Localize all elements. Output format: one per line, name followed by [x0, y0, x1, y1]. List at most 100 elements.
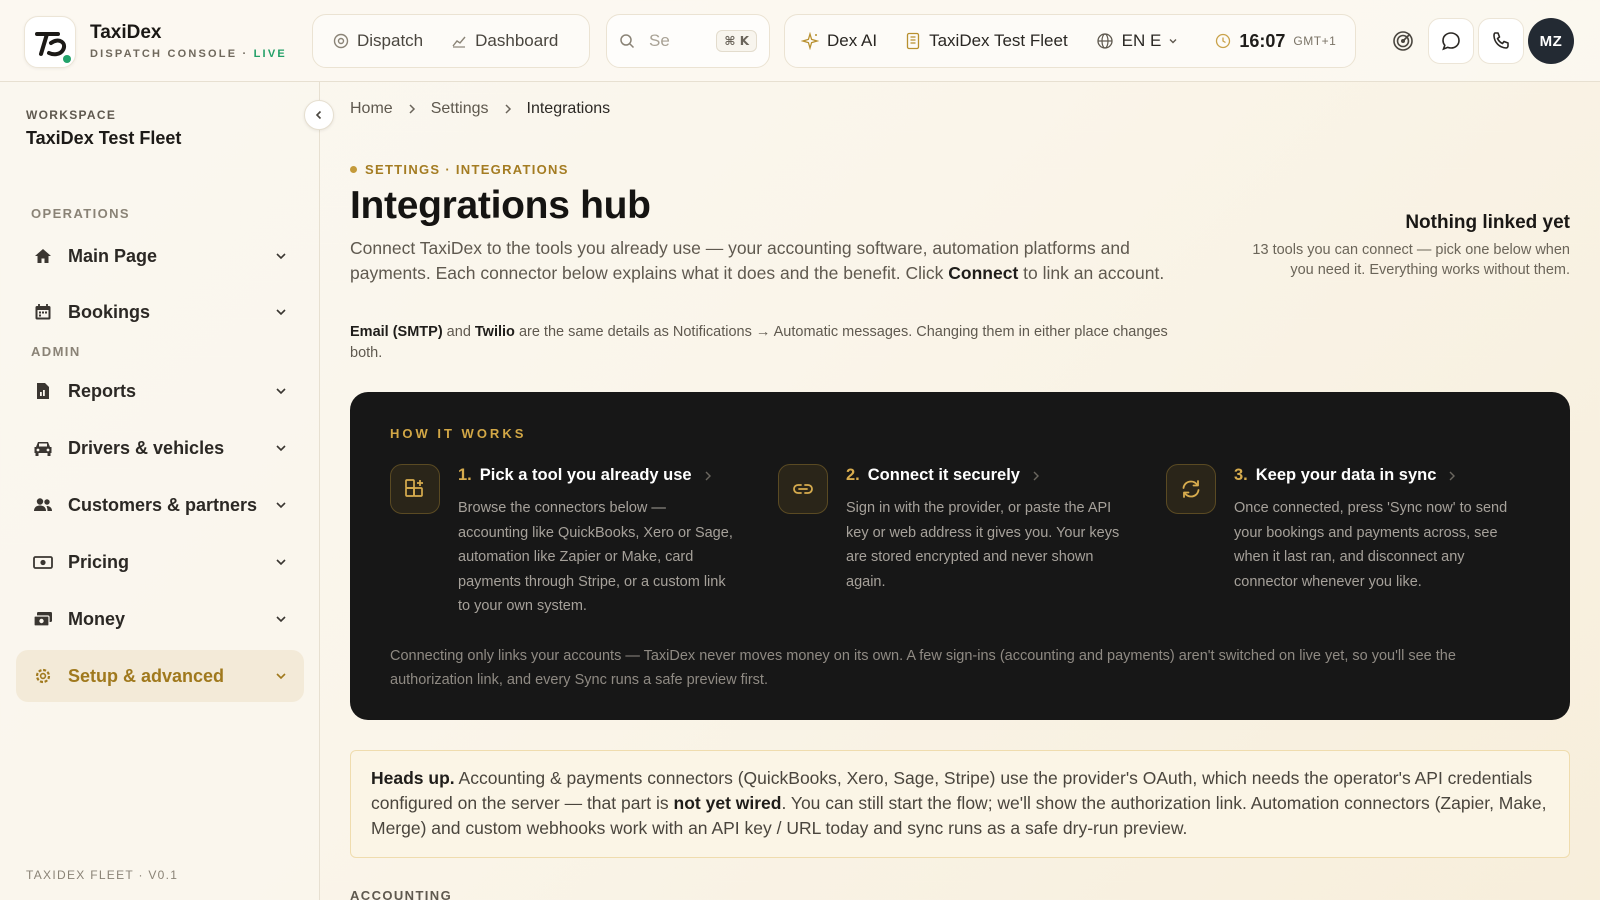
collapse-sidebar-button[interactable] — [304, 100, 334, 130]
breadcrumb-settings[interactable]: Settings — [431, 100, 489, 118]
workspace-name[interactable]: TaxiDex Test Fleet — [26, 128, 181, 149]
chevron-right-icon — [503, 103, 513, 115]
app-name: TaxiDex — [90, 22, 162, 43]
sidebar-item-label: Customers & partners — [68, 494, 258, 515]
report-icon — [32, 380, 54, 402]
radar-button[interactable] — [1380, 18, 1426, 64]
current-time: 16:07 — [1239, 30, 1286, 51]
accounting-section-heading: ACCOUNTING — [350, 888, 453, 900]
app-subtitle: DISPATCH CONSOLE · LIVE — [90, 48, 287, 60]
breadcrumb-home[interactable]: Home — [350, 100, 393, 118]
chevron-down-icon — [274, 612, 288, 626]
chevron-down-icon — [274, 441, 288, 455]
chevron-right-icon — [1033, 471, 1039, 480]
chevron-right-icon — [407, 103, 417, 115]
breadcrumb: Home Settings Integrations — [350, 100, 610, 118]
page-eyebrow: SETTINGS · INTEGRATIONS — [350, 162, 569, 177]
fleet-selector[interactable]: TaxiDex Test Fleet — [905, 31, 1068, 51]
clock-display: 16:07 GMT+1 — [1215, 31, 1336, 52]
sidebar-item-reports[interactable]: Reports — [16, 365, 304, 417]
main-nav: Dispatch Dashboard — [312, 14, 590, 68]
search-shortcut: ⌘ K — [716, 30, 757, 52]
building-icon — [906, 32, 920, 50]
context-bar: Dex AI TaxiDex Test Fleet EN E 16:07 GMT… — [784, 14, 1356, 68]
home-icon — [32, 245, 54, 267]
chevron-right-icon — [705, 471, 711, 480]
main-content: Home Settings Integrations SETTINGS · IN… — [320, 82, 1600, 900]
chevron-down-icon — [274, 555, 288, 569]
sidebar-item-bookings[interactable]: Bookings — [16, 286, 304, 338]
sidebar-item-label: Setup & advanced — [68, 665, 225, 686]
chevron-down-icon — [274, 305, 288, 319]
status-description: 13 tools you can connect — pick one belo… — [1252, 242, 1570, 278]
eyebrow-dot — [350, 166, 357, 173]
search-icon — [620, 34, 635, 49]
brand[interactable]: TaxiDex DISPATCH CONSOLE · LIVE — [24, 16, 287, 68]
language-selector[interactable]: EN E — [1096, 31, 1188, 51]
car-icon — [32, 437, 54, 459]
heads-up-notice: Heads up. Accounting & payments connecto… — [350, 750, 1570, 858]
step-2-description: Sign in with the provider, or paste the … — [846, 500, 1120, 590]
timezone: GMT+1 — [1293, 34, 1337, 48]
target-icon — [333, 33, 349, 49]
page-description: Connect TaxiDex to the tools you already… — [350, 238, 1165, 283]
sidebar-item-label: Money — [68, 608, 126, 629]
money-icon — [32, 608, 54, 630]
taxidex-logo — [24, 16, 76, 68]
chevron-left-icon — [315, 110, 322, 120]
dashboard-button[interactable]: Dashboard — [437, 21, 572, 61]
radar-icon — [1393, 31, 1413, 51]
chevron-down-icon — [274, 669, 288, 683]
chevron-down-icon — [1169, 39, 1177, 44]
step-1-description: Browse the connectors below — accounting… — [458, 500, 733, 614]
breadcrumb-current: Integrations — [526, 100, 611, 117]
clock-icon — [1216, 33, 1231, 49]
shared-settings-note: Email (SMTP) and Twilio are the same det… — [350, 324, 1168, 361]
sidebar-item-label: Drivers & vehicles — [68, 437, 225, 458]
globe-icon — [1097, 33, 1113, 49]
step-1-title[interactable]: 1. Pick a tool you already use — [458, 466, 712, 485]
sidebar-item-customers-partners[interactable]: Customers & partners — [16, 479, 304, 531]
search-input[interactable] — [649, 31, 711, 51]
operations-section-label: OPERATIONS — [31, 206, 130, 221]
step-3-description: Once connected, press 'Sync now' to send… — [1234, 500, 1508, 590]
page-title: Integrations hub — [350, 184, 651, 227]
sidebar-item-label: Bookings — [68, 301, 151, 322]
users-icon — [32, 494, 54, 516]
sidebar: WORKSPACE TaxiDex Test Fleet OPERATIONS … — [0, 82, 320, 900]
phone-icon — [1493, 32, 1509, 49]
admin-section-label: ADMIN — [31, 344, 81, 359]
how-it-works-card: HOW IT WORKS 1. Pick a tool you already … — [350, 392, 1570, 720]
sidebar-item-pricing[interactable]: Pricing — [16, 536, 304, 588]
sidebar-item-label: Main Page — [68, 245, 158, 266]
top-bar: TaxiDex DISPATCH CONSOLE · LIVE Dispatch… — [0, 0, 1600, 82]
step-2-title[interactable]: 2. Connect it securely — [846, 466, 1040, 485]
phone-button[interactable] — [1478, 18, 1524, 64]
sparkle-icon — [801, 32, 819, 50]
dispatch-button[interactable]: Dispatch — [319, 21, 437, 61]
workspace-label: WORKSPACE — [26, 108, 117, 122]
online-dot — [63, 55, 71, 63]
how-it-works-footnote: Connecting only links your accounts — Ta… — [390, 648, 1456, 688]
chevron-down-icon — [274, 384, 288, 398]
dex-ai-button[interactable]: Dex AI — [801, 31, 877, 51]
search-box[interactable]: ⌘ K — [606, 14, 770, 68]
sidebar-item-setup-advanced[interactable]: Setup & advanced — [16, 650, 304, 702]
sidebar-item-label: Reports — [68, 380, 137, 401]
sidebar-item-main-page[interactable]: Main Page — [16, 230, 304, 282]
status-title: Nothing linked yet — [1405, 212, 1570, 233]
chevron-right-icon — [1449, 471, 1456, 480]
sidebar-item-label: Pricing — [68, 551, 130, 572]
sidebar-item-money[interactable]: Money — [16, 593, 304, 645]
trend-chart-icon — [452, 36, 466, 48]
how-it-works-label: HOW IT WORKS — [390, 426, 527, 441]
link-icon — [778, 464, 828, 514]
chevron-down-icon — [274, 498, 288, 512]
messages-button[interactable] — [1428, 18, 1474, 64]
step-3-title[interactable]: 3. Keep your data in sync — [1234, 466, 1456, 485]
sidebar-item-drivers-vehicles[interactable]: Drivers & vehicles — [16, 422, 304, 474]
live-badge: LIVE — [253, 48, 287, 60]
user-avatar[interactable]: MZ — [1528, 18, 1574, 64]
link-status-summary: Nothing linked yet 13 tools you can conn… — [1250, 212, 1570, 280]
version-footer: TAXIDEX FLEET · V0.1 — [26, 868, 179, 882]
